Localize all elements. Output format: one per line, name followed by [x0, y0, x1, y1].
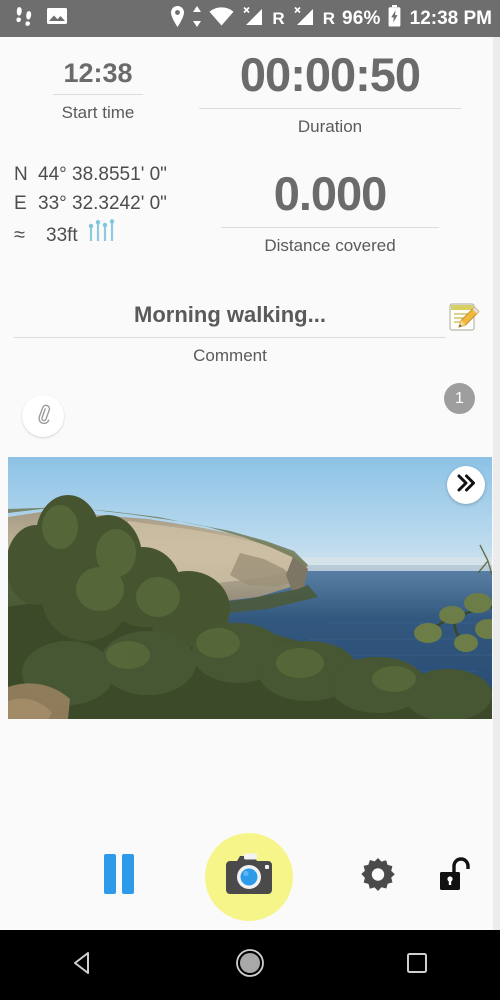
approximately-icon: ≈ — [14, 224, 25, 246]
settings-button[interactable] — [350, 852, 406, 902]
photo-image — [8, 457, 492, 719]
coordinates-panel: N 44° 38.8551' 0" E 33° 32.3242' 0" ≈ 33… — [14, 160, 189, 252]
battery-percent-label: 96% — [341, 8, 381, 29]
data-transfer-icon — [192, 5, 202, 32]
camera-button[interactable] — [205, 833, 293, 921]
photo-preview[interactable] — [8, 457, 492, 719]
gear-icon — [356, 853, 400, 902]
roaming-indicator-2: R — [322, 9, 335, 28]
cell-signal-icon — [292, 6, 316, 32]
duration-label: Duration — [297, 117, 363, 136]
nav-recents-button[interactable] — [333, 930, 500, 1000]
latitude-row: N 44° 38.8551' 0" — [14, 160, 189, 189]
status-bar-clock: 12:38 PM — [409, 8, 492, 29]
home-icon — [235, 948, 265, 983]
duration-block: 00:00:50 Duration — [185, 51, 475, 135]
wifi-icon — [209, 6, 234, 31]
longitude-value: 33° 32.3242' 0" — [38, 193, 167, 214]
android-navigation-bar — [0, 930, 500, 1000]
double-chevron-right-icon — [455, 472, 477, 499]
status-bar: R R 96% 12:38 PM — [0, 0, 500, 37]
latitude-value: 44° 38.8551' 0" — [38, 164, 167, 185]
status-bar-right-icons: R R 96% 12:38 PM — [170, 5, 492, 32]
pause-button[interactable] — [88, 850, 150, 902]
note-edit-icon[interactable] — [446, 300, 480, 334]
pause-icon — [99, 852, 139, 901]
nav-back-button[interactable] — [0, 930, 167, 1000]
altitude-row: ≈ 33ft — [14, 219, 189, 252]
status-bar-left-icons — [14, 5, 68, 32]
latitude-axis-label: N — [14, 164, 28, 185]
start-time-value: 12:38 — [63, 58, 133, 88]
attachment-count-badge[interactable]: 1 — [444, 383, 475, 414]
battery-charging-icon — [388, 5, 401, 32]
distance-label: Distance covered — [264, 236, 396, 255]
distance-block: 0.000 Distance covered — [185, 170, 475, 254]
bottom-toolbar — [0, 820, 493, 930]
cell-signal-icon — [241, 6, 265, 32]
comment-divider — [14, 337, 446, 338]
comment-label: Comment — [193, 346, 267, 365]
start-time-block: 12:38 Start time — [18, 60, 178, 121]
duration-value: 00:00:50 — [239, 48, 421, 101]
footsteps-icon — [14, 5, 34, 32]
back-icon — [70, 950, 96, 981]
start-time-divider — [53, 94, 143, 95]
main-content: 12:38 Start time 00:00:50 Duration 0.000… — [0, 37, 500, 930]
unlocked-padlock-icon — [437, 855, 475, 900]
scrollbar-track[interactable] — [493, 37, 500, 930]
longitude-row: E 33° 32.3242' 0" — [14, 189, 189, 218]
stats-panel: 12:38 Start time 00:00:50 Duration 0.000… — [0, 37, 493, 277]
attachment-row: 1 — [0, 377, 493, 462]
altitude-value: 33ft — [46, 225, 78, 246]
distance-value: 0.000 — [273, 167, 388, 220]
location-pin-icon — [170, 5, 185, 32]
lock-button[interactable] — [432, 853, 480, 901]
attach-file-button[interactable] — [22, 395, 64, 437]
paperclip-icon — [31, 402, 55, 431]
longitude-axis-label: E — [14, 193, 27, 214]
roaming-indicator-1: R — [272, 9, 285, 28]
comment-value[interactable]: Morning walking... — [14, 304, 446, 326]
start-time-label: Start time — [61, 103, 135, 122]
next-photo-button[interactable] — [447, 466, 485, 504]
distance-divider — [221, 227, 439, 228]
app-root: R R 96% 12:38 PM 12:38 Start time 00:00:… — [0, 0, 500, 1000]
recents-icon — [405, 951, 429, 980]
photo-icon — [46, 6, 68, 31]
nav-home-button[interactable] — [167, 930, 334, 1000]
camera-icon — [222, 852, 276, 903]
satellite-signal-icon — [88, 219, 118, 252]
duration-divider — [199, 108, 461, 109]
